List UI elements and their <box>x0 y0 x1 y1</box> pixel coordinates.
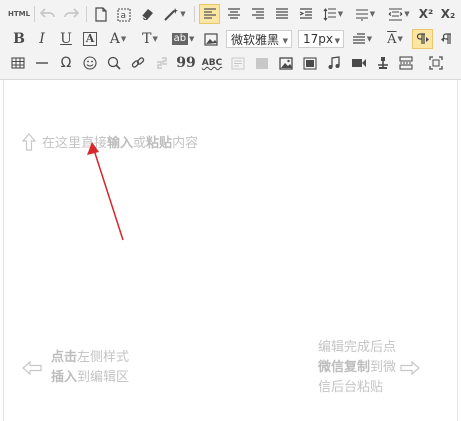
left-hint-line1: 左侧样式 <box>77 350 130 365</box>
upload-hint-or: 或 <box>133 136 147 151</box>
anchor-icon[interactable] <box>373 54 393 72</box>
font-size-value: 17px <box>303 32 333 46</box>
font-color-glyph: A <box>109 31 120 47</box>
html-source-button[interactable]: HTML <box>6 5 32 23</box>
align-center-icon[interactable] <box>223 5 244 23</box>
image-icon[interactable] <box>201 30 221 48</box>
upload-hint-suffix: 内容 <box>172 136 199 151</box>
eraser-icon[interactable] <box>137 5 157 23</box>
italic-button[interactable]: I <box>32 30 52 48</box>
superscript-button[interactable]: X² <box>416 5 436 23</box>
image-placeholder-icon[interactable] <box>252 54 272 72</box>
emoji-icon[interactable] <box>80 54 100 72</box>
table-icon[interactable] <box>8 54 28 72</box>
spellcheck-button[interactable]: ABC <box>200 54 224 72</box>
background-color-button[interactable]: T ▼ <box>136 30 164 48</box>
arrow-right-icon <box>400 361 420 375</box>
left-hint: 点击左侧样式 插入到编辑区 <box>22 348 129 388</box>
undo-icon[interactable] <box>38 5 58 23</box>
right-hint-line3: 信后台粘贴 <box>318 380 384 395</box>
svg-text:a: a <box>121 11 127 21</box>
arrow-left-icon <box>22 361 42 375</box>
font-color-button[interactable]: A ▼ <box>104 30 132 48</box>
background-color-glyph: T <box>142 31 152 47</box>
music-icon[interactable] <box>324 54 344 72</box>
align-justify-icon[interactable] <box>271 5 292 23</box>
arrow-up-icon <box>22 132 36 151</box>
font-size-select[interactable]: 17px ▼ <box>298 30 344 48</box>
right-hint-copy: 微信复制 <box>318 360 371 375</box>
redo-icon[interactable] <box>61 5 81 23</box>
upload-hint: 在这里直接输入或粘贴内容 <box>22 132 198 151</box>
underline-button[interactable]: U <box>56 30 76 48</box>
fullscreen-icon[interactable] <box>425 54 447 72</box>
font-family-value: 微软雅黑 <box>231 32 280 47</box>
page-break-icon[interactable] <box>396 54 416 72</box>
upload-hint-prefix: 在这里直接 <box>42 136 108 151</box>
template-icon[interactable] <box>228 54 248 72</box>
multi-image-icon[interactable] <box>300 54 320 72</box>
align-right-icon[interactable] <box>247 5 268 23</box>
align-left-icon[interactable] <box>199 4 220 24</box>
paragraph-spacing-icon[interactable]: ▼ <box>351 5 379 23</box>
special-char-button[interactable]: Ω <box>56 54 76 72</box>
right-hint-line2: 到微 <box>370 360 397 375</box>
unlink-icon[interactable] <box>152 54 172 72</box>
ltr-direction-icon[interactable] <box>412 29 433 49</box>
bold-button[interactable]: B <box>9 30 29 48</box>
text-transform-icon[interactable]: A ▼ <box>381 30 409 48</box>
left-hint-click: 点击 <box>51 350 78 365</box>
blockquote-button[interactable]: 99 <box>176 54 196 72</box>
text-border-button[interactable]: A <box>80 30 100 48</box>
editor-toolbar: HTML a ▼ ▼ ▼ ▼ X² X₂ B I U A A ▼ T ▼ ab … <box>0 0 461 80</box>
letter-spacing-icon[interactable]: ▼ <box>385 5 413 23</box>
upload-hint-input: 输入 <box>107 136 134 151</box>
format-painter-icon[interactable]: ▼ <box>161 5 189 23</box>
new-document-icon[interactable] <box>91 5 111 23</box>
left-hint-line2: 到编辑区 <box>77 370 130 385</box>
text-transform-glyph: A <box>387 31 397 47</box>
rtl-direction-icon[interactable] <box>436 30 457 48</box>
right-hint: 编辑完成后点 微信复制到微 信后台粘贴 <box>318 338 420 398</box>
upload-hint-paste: 粘贴 <box>146 136 173 151</box>
find-replace-icon[interactable] <box>104 54 124 72</box>
font-family-select[interactable]: 微软雅黑 ▼ <box>226 30 292 48</box>
editor-area[interactable]: 在这里直接输入或粘贴内容 点击左侧样式 插入到编辑区 编辑完成后点 微信复制到微… <box>3 80 458 421</box>
video-icon[interactable] <box>348 54 370 72</box>
subscript-button[interactable]: X₂ <box>438 5 458 23</box>
highlight-glyph: ab <box>171 33 189 45</box>
right-hint-line1: 编辑完成后点 <box>318 340 397 355</box>
text-border-glyph: A <box>83 32 97 46</box>
paste-text-icon[interactable]: a <box>114 5 134 23</box>
insert-image-icon[interactable] <box>276 54 296 72</box>
indent-icon[interactable] <box>295 5 316 23</box>
left-hint-insert: 插入 <box>51 370 78 385</box>
link-icon[interactable] <box>128 54 148 72</box>
first-line-indent-icon[interactable]: ▼ <box>348 30 376 48</box>
highlight-button[interactable]: ab ▼ <box>168 30 198 48</box>
line-height-icon[interactable]: ▼ <box>319 5 347 23</box>
horizontal-rule-icon[interactable] <box>32 54 52 72</box>
